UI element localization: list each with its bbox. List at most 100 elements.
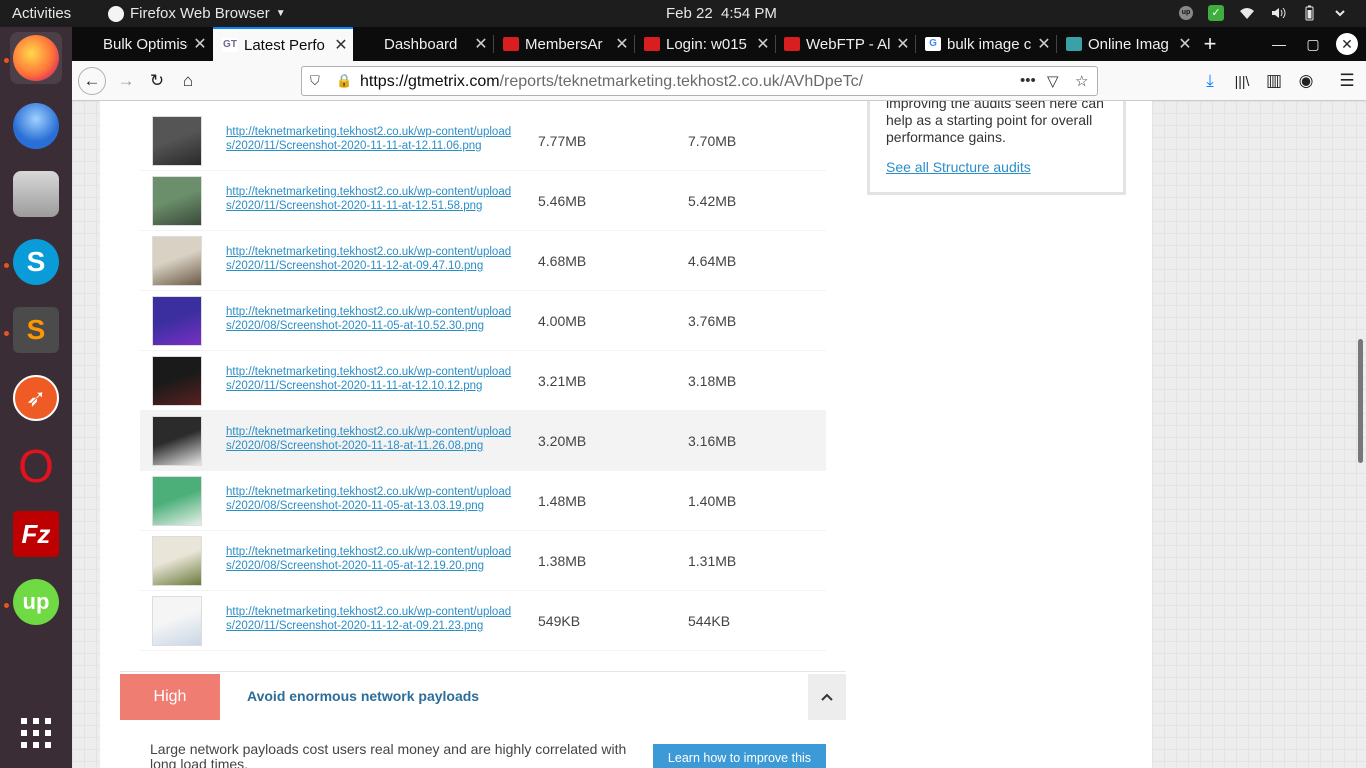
- browser-tab[interactable]: Gbulk image c ✕: [916, 27, 1056, 61]
- pocket-icon[interactable]: ▽: [1047, 72, 1059, 90]
- image-url-link[interactable]: http://teknetmarketing.tekhost2.co.uk/wp…: [226, 605, 516, 633]
- minimize-button[interactable]: —: [1262, 27, 1296, 61]
- url-text[interactable]: https://gtmetrix.com/reports/teknetmarke…: [360, 73, 863, 91]
- dock: S S ➶ O Fz up: [0, 27, 72, 768]
- table-row: http://teknetmarketing.tekhost2.co.uk/wp…: [140, 291, 826, 351]
- image-thumbnail: [152, 116, 202, 166]
- browser-tab[interactable]: Login: w015 ✕: [635, 27, 775, 61]
- learn-how-to-improve-button[interactable]: Learn how to improve this: [653, 744, 826, 768]
- url-path: /reports/teknetmarketing.tekhost2.co.uk/…: [499, 73, 864, 90]
- tab-close-icon[interactable]: ✕: [891, 34, 915, 54]
- tab-favicon-icon: [362, 37, 378, 51]
- library-icon[interactable]: |||\: [1228, 67, 1256, 95]
- browser-tab[interactable]: GT Latest Perfo ✕: [213, 27, 353, 61]
- maximize-button[interactable]: ▢: [1296, 27, 1330, 61]
- bookmark-star-icon[interactable]: ☆: [1075, 72, 1088, 90]
- dock-firefox[interactable]: [10, 32, 62, 84]
- dock-sublime-text[interactable]: S: [10, 304, 62, 356]
- browser-tab[interactable]: WebFTP - Al ✕: [775, 27, 915, 61]
- original-size: 549KB: [538, 613, 581, 629]
- forward-button[interactable]: →: [112, 67, 140, 95]
- image-url-link[interactable]: http://teknetmarketing.tekhost2.co.uk/wp…: [226, 245, 516, 273]
- battery-icon[interactable]: [1301, 5, 1317, 21]
- show-applications-button[interactable]: [10, 707, 62, 759]
- account-icon[interactable]: ◉: [1292, 67, 1320, 95]
- tab-close-icon[interactable]: ✕: [610, 34, 634, 54]
- image-url-link[interactable]: http://teknetmarketing.tekhost2.co.uk/wp…: [226, 125, 516, 153]
- activities-button[interactable]: Activities: [12, 5, 71, 22]
- image-url-link[interactable]: http://teknetmarketing.tekhost2.co.uk/wp…: [226, 485, 516, 513]
- image-url-link[interactable]: http://teknetmarketing.tekhost2.co.uk/wp…: [226, 185, 516, 213]
- clock[interactable]: Feb 22 4:54 PM: [666, 5, 777, 22]
- tab-label: Latest Perfo: [244, 36, 325, 54]
- shield-icon[interactable]: ⛉: [310, 73, 320, 89]
- tab-close-icon[interactable]: ✕: [751, 34, 775, 54]
- home-button[interactable]: ⌂: [174, 67, 202, 95]
- tab-label: Bulk Optimise: [103, 35, 188, 53]
- tab-favicon-icon: [1066, 37, 1082, 51]
- volume-icon[interactable]: [1270, 5, 1286, 21]
- optimized-size: 7.70MB: [688, 133, 737, 149]
- optimized-size: 3.18MB: [688, 373, 737, 389]
- lock-icon[interactable]: 🔒: [336, 73, 352, 89]
- image-url-link[interactable]: http://teknetmarketing.tekhost2.co.uk/wp…: [226, 425, 516, 453]
- page-actions-icon[interactable]: •••: [1020, 72, 1036, 89]
- tab-close-icon[interactable]: ✕: [188, 34, 212, 54]
- tab-label: bulk image c: [947, 35, 1032, 53]
- postman-icon: ➶: [13, 375, 59, 421]
- audit-header[interactable]: High Avoid enormous network payloads: [120, 671, 846, 720]
- tab-strip: Bulk Optimise ✕ GT Latest Perfo ✕ Dashboard ✕ M…: [72, 27, 1366, 61]
- browser-tab[interactable]: Dashboard ✕: [353, 27, 493, 61]
- audit-title[interactable]: Avoid enormous network payloads: [247, 688, 479, 704]
- tab-close-icon[interactable]: ✕: [469, 34, 493, 54]
- dock-running-indicator: [4, 603, 9, 608]
- dock-upwork[interactable]: up: [10, 576, 62, 628]
- tab-close-icon[interactable]: ✕: [329, 35, 353, 55]
- image-url-link[interactable]: http://teknetmarketing.tekhost2.co.uk/wp…: [226, 545, 516, 573]
- see-all-structure-audits-link[interactable]: See all Structure audits: [886, 159, 1031, 175]
- browser-tab[interactable]: Online Imag ✕: [1057, 27, 1197, 61]
- collapse-toggle[interactable]: [808, 674, 846, 720]
- scrollbar-thumb[interactable]: [1358, 339, 1363, 463]
- new-tab-button[interactable]: +: [1193, 27, 1227, 61]
- dock-skype[interactable]: S: [10, 236, 62, 288]
- original-size: 5.46MB: [538, 193, 587, 209]
- check-tray-icon[interactable]: ✓: [1208, 5, 1224, 21]
- wifi-icon[interactable]: [1239, 5, 1255, 21]
- scrollbar[interactable]: [1356, 101, 1366, 768]
- optimized-size: 1.40MB: [688, 493, 737, 509]
- hamburger-menu-icon[interactable]: ☰: [1333, 67, 1361, 95]
- tab-favicon-icon: [784, 37, 800, 51]
- browser-tab[interactable]: Bulk Optimise ✕: [72, 27, 212, 61]
- image-thumbnail: [152, 236, 202, 286]
- window-close-button[interactable]: ✕: [1330, 27, 1364, 61]
- image-url-link[interactable]: http://teknetmarketing.tekhost2.co.uk/wp…: [226, 365, 516, 393]
- tab-label: WebFTP - Al: [806, 35, 891, 53]
- dock-postman[interactable]: ➶: [10, 372, 62, 424]
- system-tray[interactable]: up ✓: [1179, 5, 1348, 21]
- page-viewport[interactable]: http://teknetmarketing.tekhost2.co.uk/wp…: [72, 101, 1366, 768]
- sidebar-icon[interactable]: ▥: [1260, 67, 1288, 95]
- thunderbird-icon: [13, 103, 59, 149]
- app-menu[interactable]: Firefox Web Browser ▼: [108, 5, 286, 22]
- url-bar[interactable]: ⛉ 🔒 https://gtmetrix.com/reports/teknetm…: [301, 66, 1098, 96]
- sidebar-text: improving the audits seen here can help …: [886, 101, 1104, 145]
- reload-button[interactable]: ↻: [143, 67, 171, 95]
- dock-files[interactable]: [10, 168, 62, 220]
- power-menu-icon[interactable]: [1332, 5, 1348, 21]
- dock-opera[interactable]: O: [10, 440, 62, 492]
- back-button[interactable]: ←: [78, 67, 106, 95]
- image-thumbnail: [152, 176, 202, 226]
- dock-thunderbird[interactable]: [10, 100, 62, 152]
- original-size: 7.77MB: [538, 133, 587, 149]
- tab-close-icon[interactable]: ✕: [1032, 34, 1056, 54]
- upwork-tray-icon[interactable]: up: [1179, 6, 1193, 20]
- audit-description: Large network payloads cost users real m…: [150, 741, 627, 768]
- image-thumbnail: [152, 356, 202, 406]
- dock-filezilla[interactable]: Fz: [10, 508, 62, 560]
- url-domain: https://gtmetrix.com: [360, 73, 500, 90]
- image-url-link[interactable]: http://teknetmarketing.tekhost2.co.uk/wp…: [226, 305, 516, 333]
- browser-tab[interactable]: MembersAr ✕: [494, 27, 634, 61]
- original-size: 3.21MB: [538, 373, 587, 389]
- downloads-icon[interactable]: ⤓: [1196, 67, 1224, 95]
